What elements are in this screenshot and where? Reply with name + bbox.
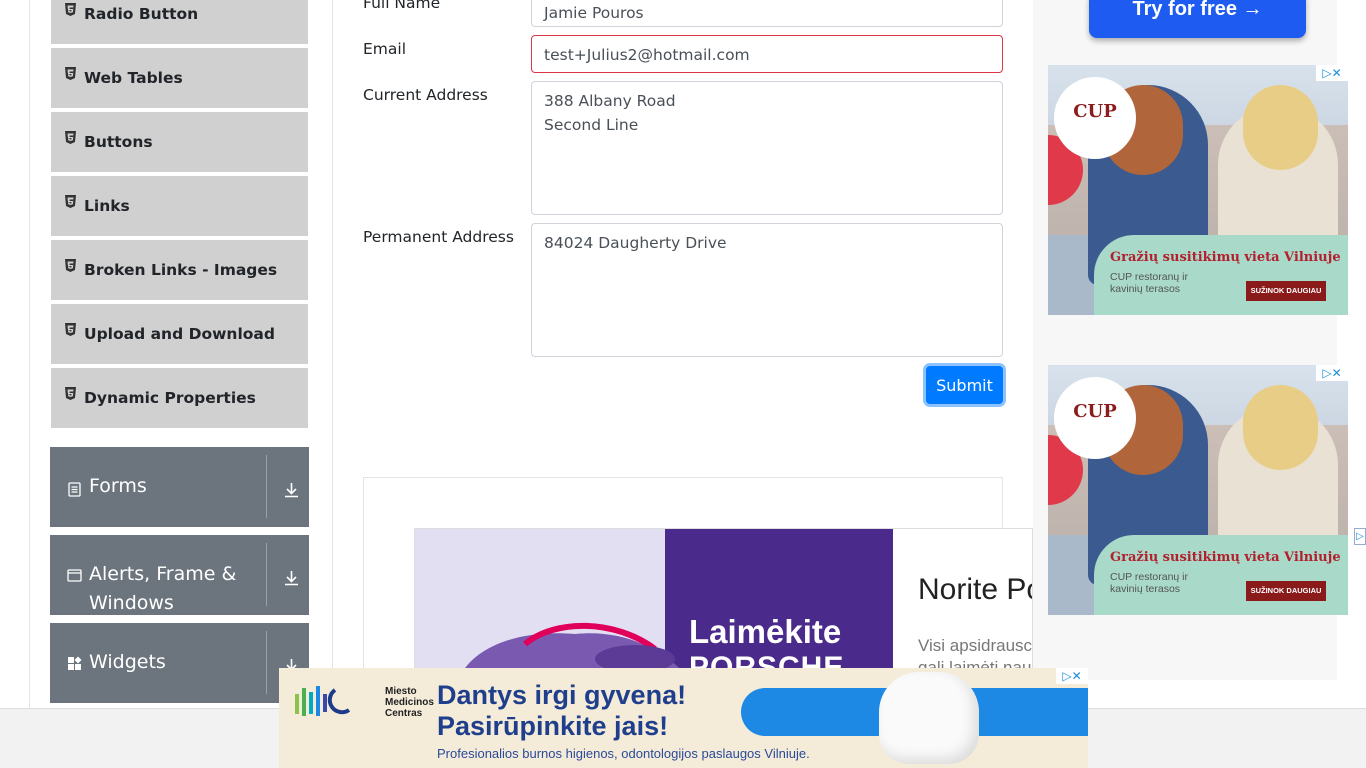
ad-person-2-head: [1243, 85, 1318, 170]
sidebar-border-right: [332, 0, 333, 709]
permanent-address-textarea[interactable]: 84024 Daugherty Drive: [531, 223, 1003, 357]
mmc-logo-icon: [295, 686, 351, 716]
cup-subtext: CUP restoranų ir kavinių terasos: [1110, 271, 1189, 295]
html5-icon: [65, 258, 76, 272]
cup-ad-2[interactable]: CUP Gražių susitikimų vieta Vilniuje CUP…: [1048, 365, 1348, 615]
sidebar-item-web-tables[interactable]: Web Tables: [51, 48, 308, 110]
ad-close-icon[interactable]: ▷✕: [1316, 65, 1348, 81]
sidebar-group-forms[interactable]: Forms: [50, 447, 309, 527]
group-divider: [266, 455, 267, 518]
cup-logo: CUP: [1054, 77, 1136, 159]
cup-headline: Gražių susitikimų vieta Vilniuje: [1110, 550, 1341, 565]
dental-ad-banner[interactable]: Miesto Medicinos Centras Dantys irgi gyv…: [279, 668, 1088, 768]
cup-headline: Gražių susitikimų vieta Vilniuje: [1110, 250, 1341, 265]
sidebar-item-label: Links: [84, 197, 130, 215]
sidebar-item-label: Upload and Download: [84, 325, 275, 343]
ad-porsche-line1: Laimėkite: [689, 613, 842, 650]
dental-org-name: Miesto Medicinos Centras: [385, 686, 434, 719]
form-icon: [68, 482, 81, 497]
ad-porsche-heading: Norite Po: [918, 573, 1033, 606]
porsche-ad[interactable]: Laimėkite PORSCHE Norite Po Visi apsidra…: [414, 528, 1033, 678]
html5-icon: [65, 2, 76, 16]
download-arrow-icon[interactable]: [283, 569, 300, 586]
html5-icon: [65, 130, 76, 144]
ad-close-icon[interactable]: ▷✕: [1056, 668, 1088, 684]
ad-close-icon[interactable]: ▷✕: [1316, 365, 1348, 381]
cup-subtext: CUP restoranų ir kavinių terasos: [1110, 571, 1189, 595]
group-divider: [266, 543, 267, 606]
sidebar-item-upload-download[interactable]: Upload and Download: [51, 304, 308, 366]
html5-icon: [65, 322, 76, 336]
html5-icon: [65, 66, 76, 80]
car-image: [459, 622, 689, 677]
sidebar-item-label: Radio Button: [84, 5, 199, 23]
permanent-address-label: Permanent Address: [363, 228, 514, 246]
download-arrow-icon[interactable]: [283, 481, 300, 498]
cup-logo: CUP: [1054, 377, 1136, 459]
dental-headline-2: Pasirūpinkite jais!: [437, 711, 669, 741]
submit-button[interactable]: Submit: [926, 366, 1003, 404]
try-free-button[interactable]: Try for free →: [1089, 0, 1306, 38]
window-icon: [67, 569, 82, 582]
sidebar-item-buttons[interactable]: Buttons: [51, 112, 308, 174]
email-input[interactable]: test+Julius2@hotmail.com: [531, 35, 1003, 73]
full-name-input[interactable]: Jamie Pouros: [531, 0, 1003, 27]
group-label: Forms: [89, 475, 147, 497]
current-address-label: Current Address: [363, 86, 488, 104]
current-address-textarea[interactable]: 388 Albany Road Second Line: [531, 81, 1003, 215]
group-divider: [266, 631, 267, 694]
cup-cta-button[interactable]: SUŽINOK DAUGIAU: [1246, 281, 1326, 301]
sidebar-item-broken-links[interactable]: Broken Links - Images: [51, 240, 308, 302]
ad-choices-icon[interactable]: ▷: [1354, 528, 1366, 545]
sidebar-item-label: Buttons: [84, 133, 153, 151]
sidebar-item-label: Broken Links - Images: [84, 261, 278, 279]
sidebar-item-label: Web Tables: [84, 69, 183, 87]
tooth-image: [879, 672, 979, 764]
cup-ad-1[interactable]: CUP Gražių susitikimų vieta Vilniuje CUP…: [1048, 65, 1348, 315]
sidebar-group-widgets[interactable]: Widgets: [50, 623, 309, 703]
full-name-label: Full Name: [363, 0, 441, 12]
dental-subtext: Profesionalios burnos higienos, odontolo…: [437, 746, 810, 761]
sidebar-item-links[interactable]: Links: [51, 176, 308, 238]
group-label: Widgets: [89, 651, 166, 673]
ad-person-2-head: [1243, 385, 1318, 470]
dental-headline-1: Dantys irgi gyvena!: [437, 680, 687, 710]
html5-icon: [65, 386, 76, 400]
sidebar-group-alerts[interactable]: Alerts, Frame & Windows: [50, 535, 309, 615]
cup-cta-button[interactable]: SUŽINOK DAUGIAU: [1246, 581, 1326, 601]
sidebar-item-dynamic-properties[interactable]: Dynamic Properties: [51, 368, 308, 430]
sidebar-item-radio-button[interactable]: Radio Button: [51, 0, 308, 46]
widgets-icon: [68, 656, 82, 670]
group-label: Alerts, Frame & Windows: [89, 563, 237, 614]
email-label: Email: [363, 40, 407, 58]
sidebar-item-label: Dynamic Properties: [84, 389, 256, 407]
html5-icon: [65, 194, 76, 208]
sidebar-border-left: [29, 0, 30, 709]
ad-porsche-body1: Visi apsidrausc: [918, 636, 1033, 655]
